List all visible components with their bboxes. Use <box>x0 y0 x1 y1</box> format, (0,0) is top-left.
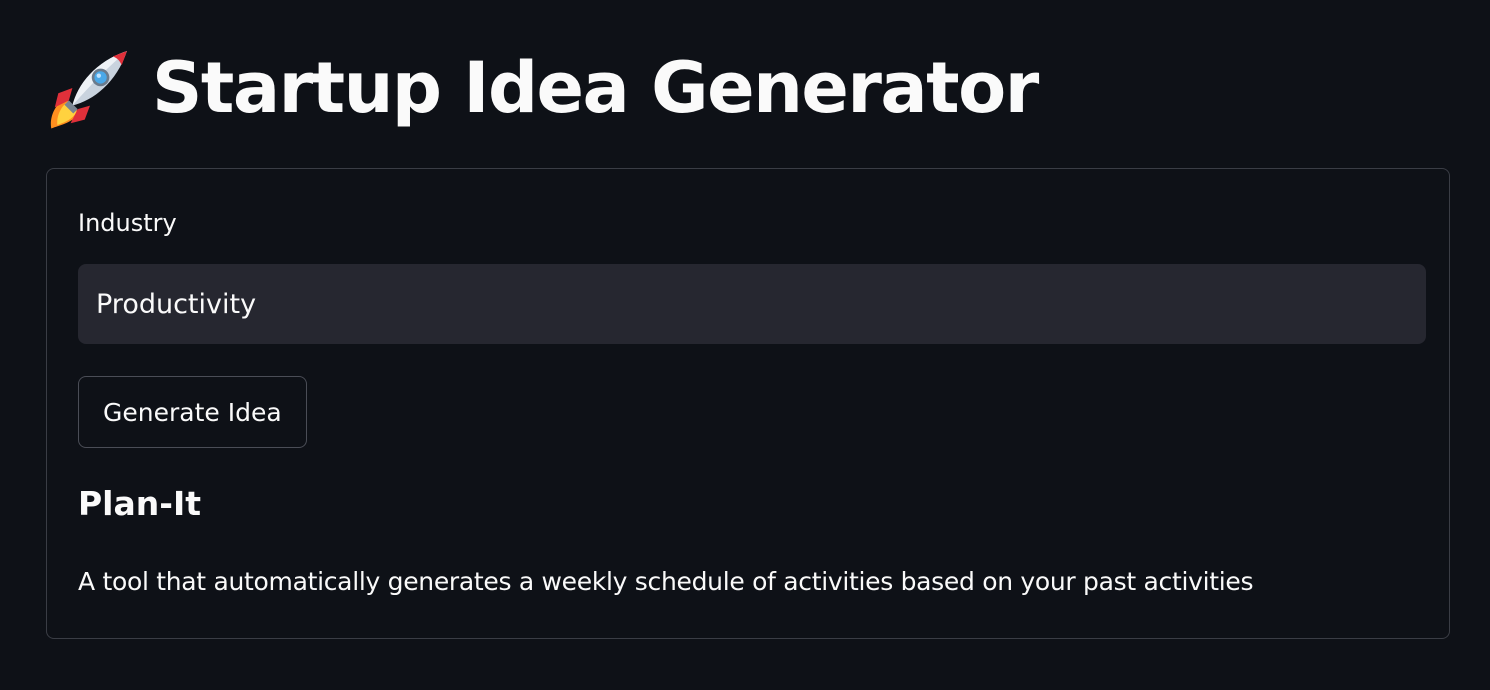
title-row: Startup Idea Generator <box>46 38 1039 138</box>
idea-form: Industry Generate Idea Plan-It A tool th… <box>46 168 1450 639</box>
generate-idea-button[interactable]: Generate Idea <box>78 376 307 448</box>
industry-label: Industry <box>78 209 177 237</box>
page-title: Startup Idea Generator <box>152 47 1039 129</box>
industry-input[interactable] <box>78 264 1426 344</box>
idea-name: Plan-It <box>78 484 202 523</box>
rocket-icon <box>50 51 127 129</box>
idea-description: A tool that automatically generates a we… <box>78 567 1254 596</box>
app-page: Startup Idea Generator Industry Generate… <box>0 0 1490 690</box>
